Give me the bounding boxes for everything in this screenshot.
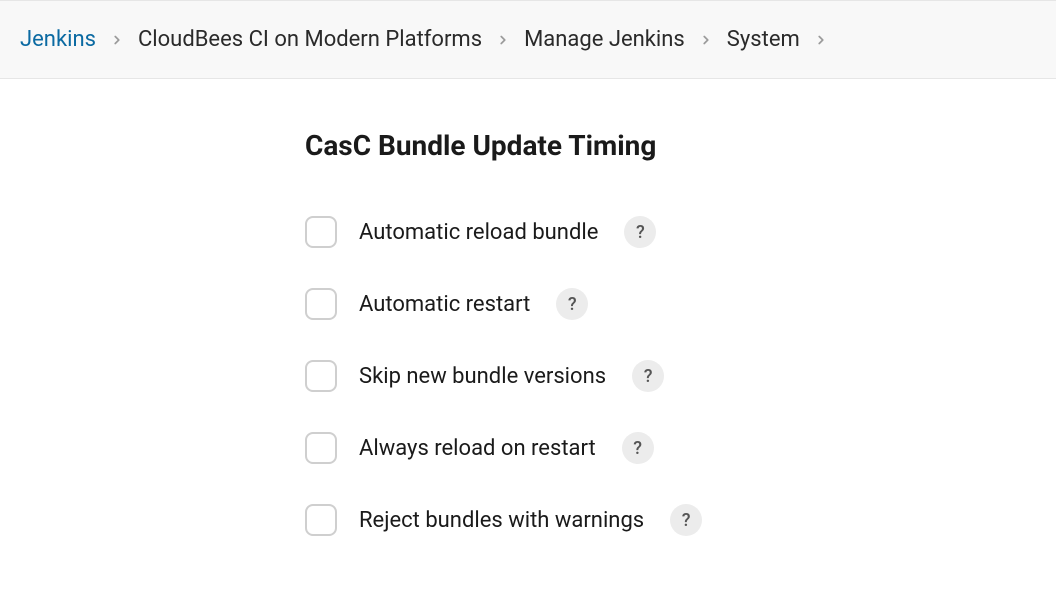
chevron-right-icon xyxy=(496,33,510,47)
option-row-automatic-restart: Automatic restart ? xyxy=(305,288,1000,320)
option-row-always-reload-on-restart: Always reload on restart ? xyxy=(305,432,1000,464)
help-icon[interactable]: ? xyxy=(624,216,656,248)
help-icon[interactable]: ? xyxy=(670,504,702,536)
option-label: Reject bundles with warnings xyxy=(359,508,644,533)
chevron-right-icon xyxy=(699,33,713,47)
help-icon[interactable]: ? xyxy=(622,432,654,464)
checkbox-automatic-reload-bundle[interactable] xyxy=(305,216,337,248)
checkbox-always-reload-on-restart[interactable] xyxy=(305,432,337,464)
option-label: Always reload on restart xyxy=(359,436,596,461)
option-row-automatic-reload-bundle: Automatic reload bundle ? xyxy=(305,216,1000,248)
main-content: CasC Bundle Update Timing Automatic relo… xyxy=(0,79,1000,536)
help-icon[interactable]: ? xyxy=(632,360,664,392)
checkbox-automatic-restart[interactable] xyxy=(305,288,337,320)
checkbox-reject-bundles-with-warnings[interactable] xyxy=(305,504,337,536)
option-label: Automatic reload bundle xyxy=(359,220,598,245)
option-row-skip-new-bundle-versions: Skip new bundle versions ? xyxy=(305,360,1000,392)
option-row-reject-bundles-with-warnings: Reject bundles with warnings ? xyxy=(305,504,1000,536)
breadcrumb-item-manage-jenkins[interactable]: Manage Jenkins xyxy=(524,27,685,52)
checkbox-skip-new-bundle-versions[interactable] xyxy=(305,360,337,392)
chevron-right-icon xyxy=(814,33,828,47)
section-title: CasC Bundle Update Timing xyxy=(305,129,1000,162)
breadcrumb-item-cloudbees[interactable]: CloudBees CI on Modern Platforms xyxy=(138,27,482,52)
chevron-right-icon xyxy=(110,33,124,47)
breadcrumb: Jenkins CloudBees CI on Modern Platforms… xyxy=(0,0,1056,79)
help-icon[interactable]: ? xyxy=(556,288,588,320)
option-label: Skip new bundle versions xyxy=(359,364,606,389)
option-label: Automatic restart xyxy=(359,292,530,317)
breadcrumb-item-jenkins[interactable]: Jenkins xyxy=(20,27,96,52)
breadcrumb-item-system[interactable]: System xyxy=(727,27,800,52)
